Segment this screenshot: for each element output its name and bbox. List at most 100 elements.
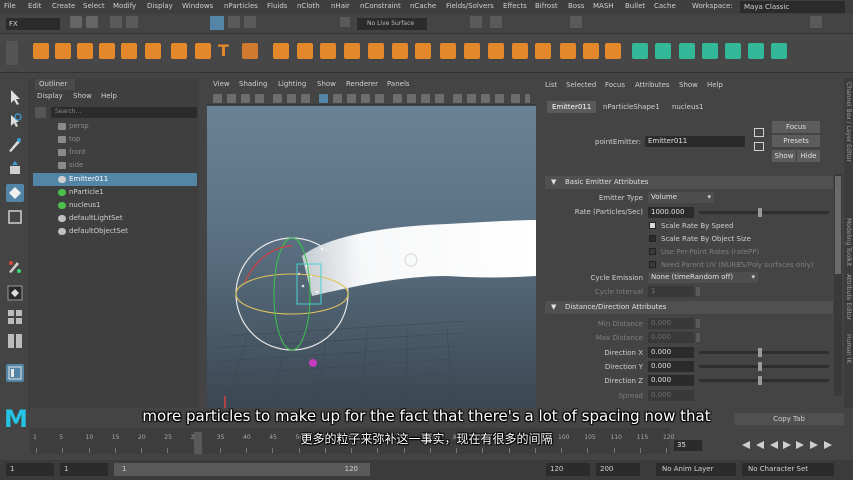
two-pane-icon[interactable] <box>6 332 24 350</box>
attr-menu-selected[interactable]: Selected <box>566 81 596 89</box>
mash-waiter-icon[interactable] <box>702 43 718 59</box>
emitter-icon[interactable] <box>33 43 49 59</box>
outliner-menu-show[interactable]: Show <box>73 92 92 100</box>
bifrost-aero-icon[interactable] <box>560 43 576 59</box>
goal-icon[interactable] <box>99 43 115 59</box>
human-ik-tab[interactable]: Human IK <box>845 334 852 363</box>
min-distance-slider-handle[interactable] <box>696 319 700 328</box>
menu-mash[interactable]: MASH <box>593 2 614 10</box>
shelf-settings-icon[interactable] <box>6 41 18 65</box>
ipr-render-icon[interactable] <box>490 16 502 28</box>
focus-button[interactable]: Focus <box>772 121 820 133</box>
menu-nparticles[interactable]: nParticles <box>224 2 258 10</box>
outliner-item-defaultlightset[interactable]: defaultLightSet <box>33 212 197 225</box>
four-pane-icon[interactable] <box>6 308 24 326</box>
snap-point-icon[interactable] <box>244 16 256 28</box>
move-tool-icon[interactable] <box>6 160 24 178</box>
show-button[interactable]: Show <box>772 150 796 162</box>
direction-z-field[interactable]: 0.000 <box>648 375 694 386</box>
focus-input-icon[interactable] <box>754 128 764 137</box>
toggle-panels-icon[interactable] <box>810 16 822 28</box>
live-surface-field[interactable]: No Live Surface <box>357 18 427 30</box>
spread-field[interactable]: 0.000 <box>648 390 694 401</box>
need-parent-uv-checkbox[interactable] <box>649 261 656 268</box>
distance-direction-section[interactable]: ▼ Distance/Direction Attributes <box>545 301 833 314</box>
outliner-item-nucleus1[interactable]: nucleus1 <box>33 199 197 212</box>
menu-modify[interactable]: Modify <box>113 2 136 10</box>
ambient-occlusion-icon[interactable] <box>393 94 402 103</box>
nconstraint-icon[interactable] <box>440 43 456 59</box>
node-name-field[interactable]: Emitter011 <box>645 136 745 147</box>
gravity-field-icon[interactable] <box>171 43 187 59</box>
menu-file[interactable]: File <box>4 2 16 10</box>
lights-icon[interactable] <box>361 94 370 103</box>
max-distance-field[interactable]: 0.000 <box>648 332 694 343</box>
attr-menu-list[interactable]: List <box>545 81 557 89</box>
rate-slider-handle[interactable] <box>758 208 762 217</box>
nrigid-icon[interactable] <box>464 43 480 59</box>
ocean-icon[interactable] <box>320 43 336 59</box>
anti-alias-icon[interactable] <box>421 94 430 103</box>
pause-icon[interactable] <box>570 16 582 28</box>
menu-windows[interactable]: Windows <box>182 2 213 10</box>
menu-ncloth[interactable]: nCloth <box>297 2 320 10</box>
menu-boss[interactable]: Boss <box>568 2 584 10</box>
presets-button[interactable]: Presets <box>772 135 820 147</box>
channel-box-tab[interactable]: Channel Box / Layer Editor <box>845 82 852 162</box>
attr-menu-help[interactable]: Help <box>707 81 723 89</box>
bookmark-icon[interactable] <box>241 94 250 103</box>
direction-x-slider-handle[interactable] <box>758 348 762 357</box>
viewport-menu-shading[interactable]: Shading <box>239 80 267 88</box>
menu-ncache[interactable]: nCache <box>410 2 436 10</box>
lasso-tool-icon[interactable] <box>6 112 24 130</box>
outliner-item-front[interactable]: front <box>33 146 197 159</box>
mash-distribute-icon[interactable] <box>655 43 671 59</box>
attr-menu-show[interactable]: Show <box>679 81 698 89</box>
viewport-menu-panels[interactable]: Panels <box>387 80 410 88</box>
resolution-gate-icon[interactable] <box>301 94 310 103</box>
undo-icon[interactable] <box>110 16 122 28</box>
direction-x-field[interactable]: 0.000 <box>648 347 694 358</box>
focus-output-icon[interactable] <box>754 142 764 151</box>
outliner-item-defaultobjectset[interactable]: defaultObjectSet <box>33 225 197 238</box>
viewport-menu-view[interactable]: View <box>213 80 230 88</box>
fill-object-icon[interactable] <box>77 43 93 59</box>
modeling-toolkit-tab[interactable]: Modeling Toolkit <box>845 218 852 266</box>
snap-curve-icon[interactable] <box>228 16 240 28</box>
xray-joints-icon[interactable] <box>481 94 490 103</box>
cycle-interval-field[interactable]: 1 <box>648 286 694 297</box>
emitter-type-select[interactable]: Volume ▾ <box>648 192 714 203</box>
make-live-icon[interactable] <box>340 17 350 27</box>
animation-end-field[interactable]: 200 <box>596 463 640 476</box>
shadows-icon[interactable] <box>375 94 384 103</box>
attr-menu-attributes[interactable]: Attributes <box>635 81 670 89</box>
scale-rate-by-size-checkbox[interactable] <box>649 235 656 242</box>
direction-z-slider-handle[interactable] <box>758 376 762 385</box>
instancer-icon[interactable] <box>121 43 137 59</box>
textured-icon[interactable] <box>347 94 356 103</box>
camera-select-icon[interactable] <box>213 94 222 103</box>
grid-icon[interactable] <box>273 94 282 103</box>
rate-slider[interactable] <box>699 211 829 214</box>
outliner-layout-icon[interactable] <box>6 364 24 382</box>
depth-of-field-icon[interactable] <box>435 94 444 103</box>
min-distance-field[interactable]: 0.000 <box>648 318 694 329</box>
menu-edit[interactable]: Edit <box>28 2 42 10</box>
outliner-item-persp[interactable]: persp <box>33 120 197 133</box>
viewport-menu-lighting[interactable]: Lighting <box>278 80 306 88</box>
pond-icon[interactable] <box>344 43 360 59</box>
anim-layer-select[interactable]: No Anim Layer <box>656 463 736 476</box>
direction-x-slider[interactable] <box>699 351 829 354</box>
use-per-point-rates-checkbox[interactable] <box>649 248 656 255</box>
open-scene-icon[interactable] <box>70 16 82 28</box>
attr-tab-emitter011[interactable]: Emitter011 <box>547 101 597 113</box>
outliner-menu-display[interactable]: Display <box>37 92 63 100</box>
outliner-item-emitter011[interactable]: Emitter011 <box>33 173 197 186</box>
menu-bullet[interactable]: Bullet <box>625 2 645 10</box>
scale-rate-by-speed-checkbox[interactable] <box>649 222 656 229</box>
scale-tool-icon[interactable] <box>6 208 24 226</box>
outliner-menu-help[interactable]: Help <box>101 92 117 100</box>
bifrost-liquid-icon[interactable] <box>535 43 551 59</box>
direction-y-slider[interactable] <box>699 365 829 368</box>
cycle-emission-select[interactable]: None (timeRandom off) ▾ <box>648 272 758 283</box>
